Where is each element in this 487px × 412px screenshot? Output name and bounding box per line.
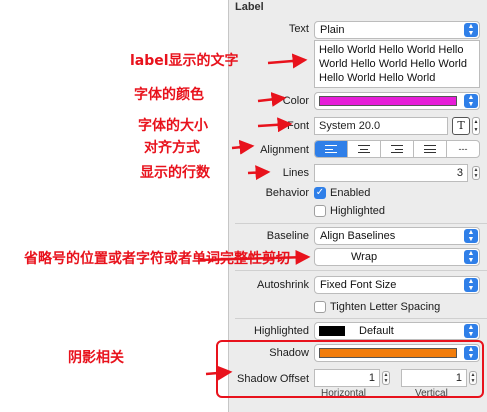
arrow-icon: [205, 365, 233, 381]
arrow-icon: [231, 139, 255, 155]
arrow-icon: [257, 117, 293, 133]
arrow-icon: [199, 249, 311, 265]
annotation-arrows: [199, 53, 311, 381]
arrow-icon: [257, 91, 287, 107]
arrow-icon: [267, 53, 308, 69]
arrow-icon: [247, 165, 271, 181]
